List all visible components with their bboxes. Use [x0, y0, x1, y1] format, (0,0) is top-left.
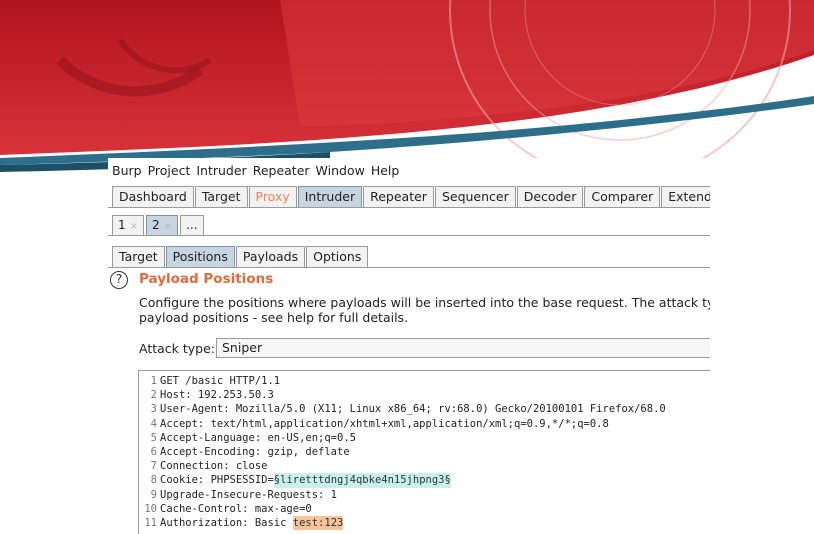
line-number: 4 [150, 417, 157, 430]
line-number: 2 [150, 389, 157, 402]
subtab-payloads[interactable]: Payloads [235, 246, 306, 267]
request-editor[interactable]: 1 GET /basic HTTP/1.1 2 Host: 192.253.50.3… [138, 370, 710, 534]
request-text: Authorization: Basic [160, 517, 293, 530]
close-icon[interactable]: × [130, 221, 138, 232]
tab-comparer[interactable]: Comparer [584, 186, 661, 207]
request-text: Host: 192.253.50.3 [160, 389, 274, 402]
request-text: Cookie: PHPSESSID= [160, 474, 274, 487]
request-line: 3 User-Agent: Mozilla/5.0 (X11; Linux x86… [139, 402, 710, 416]
header-banner [0, 0, 814, 180]
request-line: 1 GET /basic HTTP/1.1 [139, 374, 710, 388]
tab-dashboard[interactable]: Dashboard [112, 186, 194, 207]
attack-tab-1[interactable]: 1 × [112, 215, 145, 235]
request-line: 10 Cache-Control: max-age=0 [139, 502, 710, 516]
selected-text[interactable]: test:123 [292, 516, 344, 531]
menu-project[interactable]: Project [148, 163, 191, 178]
line-number: 1 [150, 375, 157, 387]
help-icon[interactable]: ? [110, 271, 128, 289]
section-description: Configure the positions where payloads w… [139, 295, 710, 325]
request-text: Connection: close [160, 460, 268, 473]
attack-tab-label: 1 [118, 218, 126, 232]
menu-burp[interactable]: Burp [112, 163, 142, 178]
request-line: 4 Accept: text/html,application/xhtml+xml… [139, 417, 710, 431]
new-attack-tab[interactable]: ... [180, 215, 204, 235]
line-number: 3 [150, 403, 157, 416]
attack-tab-label: 2 [152, 218, 160, 232]
request-text: Accept-Language: en-US,en;q=0.5 [160, 431, 356, 444]
line-number: 9 [150, 488, 157, 501]
tab-extender[interactable]: Extender [661, 186, 710, 207]
menu-help[interactable]: Help [371, 163, 400, 178]
payload-marker[interactable]: §liretttdngj4qbke4n15jhpng3§ [273, 473, 451, 488]
attack-tab-2[interactable]: 2 × [146, 215, 179, 235]
tab-sequencer[interactable]: Sequencer [434, 186, 516, 207]
request-text: Accept: text/html,application/xhtml+xml,… [160, 417, 609, 430]
description-line: Configure the positions where payloads w… [139, 295, 710, 310]
request-line: 6 Accept-Encoding: gzip, deflate [139, 445, 710, 459]
tab-proxy[interactable]: Proxy [248, 186, 297, 207]
attack-type-label: Attack type: [139, 341, 216, 356]
intruder-subtabs: Target Positions Payloads Options [108, 240, 710, 268]
banner-artwork [0, 0, 814, 180]
menu-bar: Burp Project Intruder Repeater Window He… [108, 158, 710, 182]
subtab-positions[interactable]: Positions [165, 246, 235, 267]
request-line: 5 Accept-Language: en-US,en;q=0.5 [139, 431, 710, 445]
attack-tabs: 1 × 2 × ... [108, 208, 710, 236]
request-line: 9 Upgrade-Insecure-Requests: 1 [139, 488, 710, 502]
request-text: Upgrade-Insecure-Requests: 1 [160, 488, 338, 501]
attack-type-select[interactable]: Sniper [216, 338, 710, 358]
subtab-target[interactable]: Target [112, 246, 165, 267]
tab-repeater[interactable]: Repeater [363, 186, 434, 207]
main-tabs: Dashboard Target Proxy Intruder Repeater… [108, 182, 710, 208]
menu-intruder[interactable]: Intruder [196, 163, 246, 178]
line-number: 11 [144, 517, 157, 530]
description-line: payload positions - see help for full de… [139, 310, 409, 325]
line-number: 8 [150, 474, 157, 487]
request-line: 2 Host: 192.253.50.3 [139, 388, 710, 402]
request-text: User-Agent: Mozilla/5.0 (X11; Linux x86_… [160, 403, 666, 416]
menu-repeater[interactable]: Repeater [253, 163, 310, 178]
subtab-options[interactable]: Options [306, 246, 369, 267]
section-title: Payload Positions [139, 271, 274, 287]
request-text: GET /basic HTTP/1.1 [160, 375, 281, 387]
tab-intruder[interactable]: Intruder [297, 186, 363, 207]
burp-window: Burp Project Intruder Repeater Window He… [108, 158, 710, 534]
line-number: 10 [144, 502, 157, 515]
request-text: Accept-Encoding: gzip, deflate [160, 446, 350, 459]
line-number: 7 [150, 460, 157, 473]
line-number: 6 [150, 446, 157, 459]
menu-window[interactable]: Window [316, 163, 365, 178]
line-number: 5 [150, 431, 157, 444]
close-icon[interactable]: × [164, 221, 172, 232]
request-line: 11 Authorization: Basic test:123 [139, 516, 710, 531]
request-line: 7 Connection: close [139, 459, 710, 473]
tab-decoder[interactable]: Decoder [516, 186, 584, 207]
request-line: 8 Cookie: PHPSESSID= §liretttdngj4qbke4n15… [139, 473, 710, 488]
request-text: Cache-Control: max-age=0 [160, 502, 312, 515]
tab-target[interactable]: Target [194, 186, 248, 207]
